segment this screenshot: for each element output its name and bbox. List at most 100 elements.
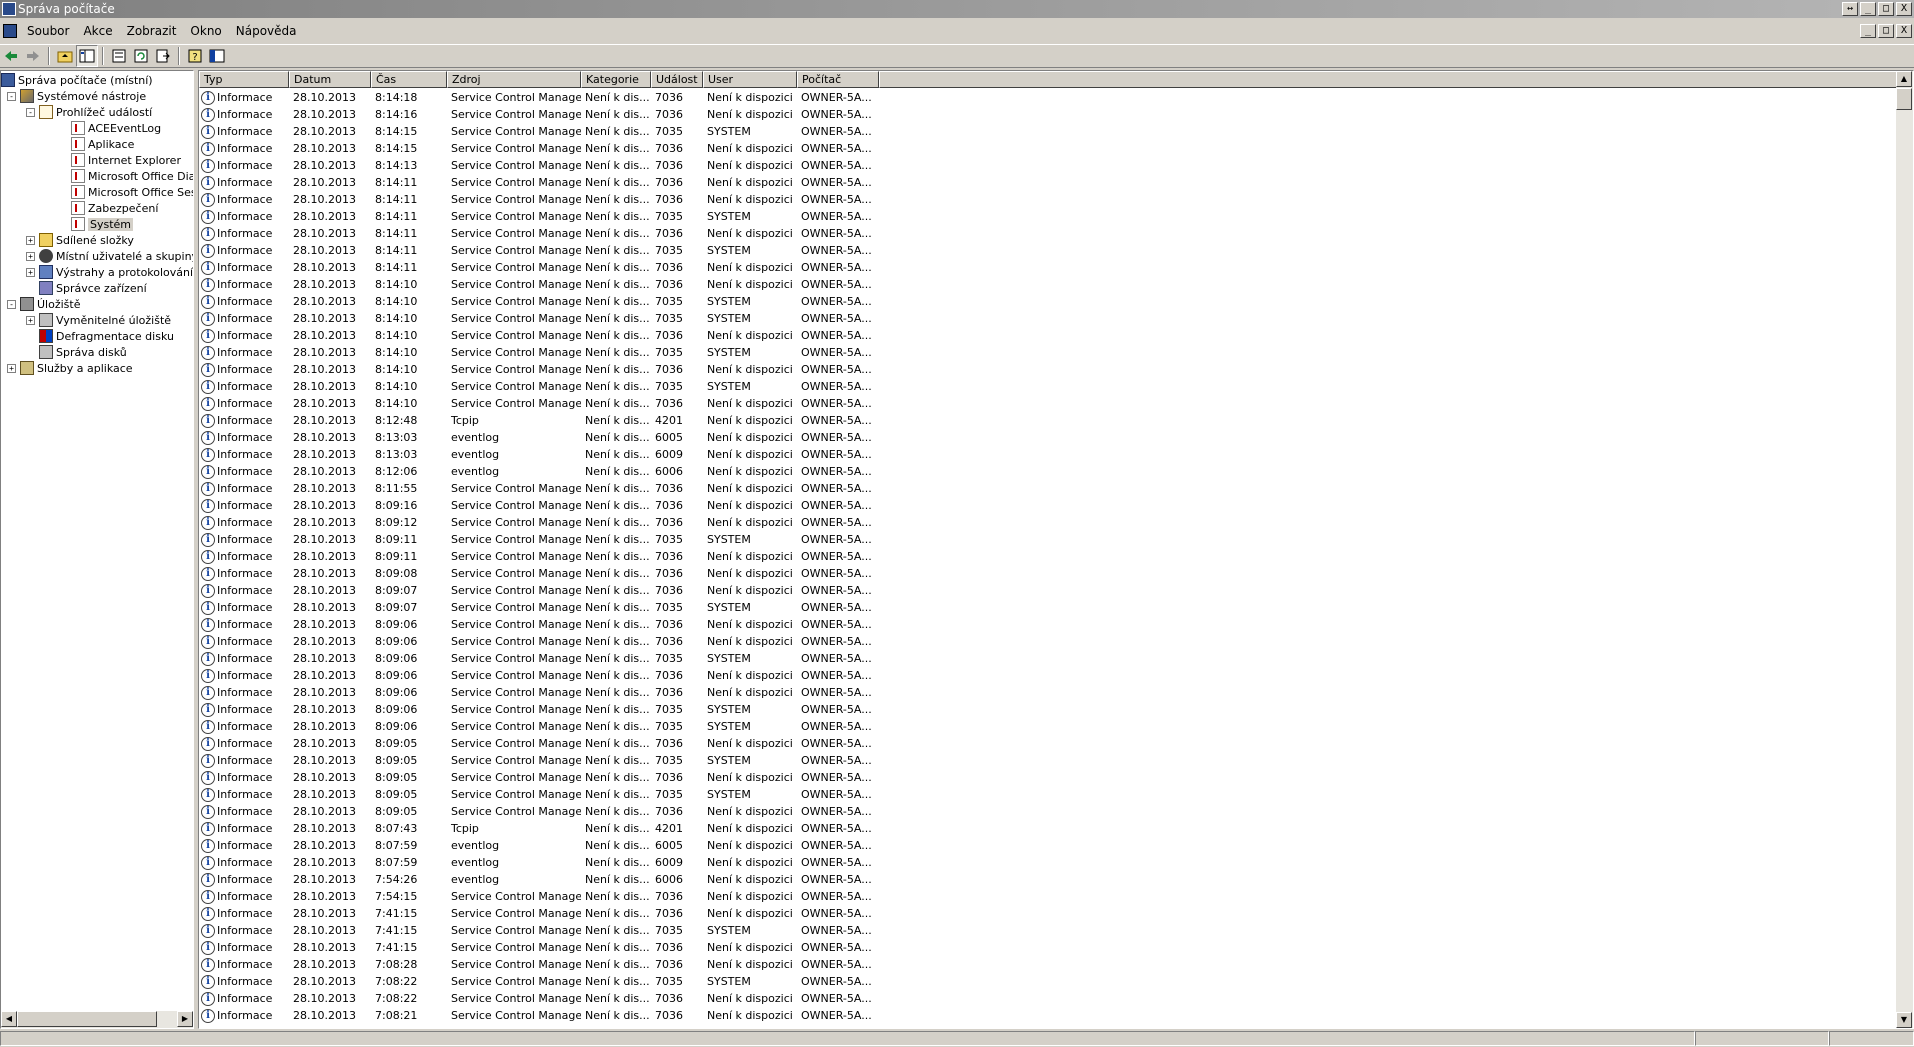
maximize-button[interactable]: □	[1878, 2, 1894, 16]
tree-node[interactable]: + Sdílené složky	[26, 232, 134, 248]
event-row[interactable]: i Informace 28.10.2013 8:14:10 Service Contr…	[199, 293, 879, 310]
event-row[interactable]: i Informace 28.10.2013 7:41:15 Service Contr…	[199, 939, 879, 956]
event-row[interactable]: i Informace 28.10.2013 8:07:59 eventlog Není …	[199, 837, 879, 854]
event-row[interactable]: i Informace 28.10.2013 8:14:13 Service Contr…	[199, 157, 879, 174]
column-header-cell[interactable]: Zdroj	[447, 71, 581, 88]
event-row[interactable]: i Informace 28.10.2013 8:14:10 Service Contr…	[199, 344, 879, 361]
event-row[interactable]: i Informace 28.10.2013 8:14:10 Service Contr…	[199, 361, 879, 378]
tree-node[interactable]: - Prohlížeč událostí	[26, 104, 152, 120]
console-window-icon[interactable]	[3, 24, 17, 38]
event-row[interactable]: i Informace 28.10.2013 8:09:05 Service Contr…	[199, 769, 879, 786]
event-row[interactable]: i Informace 28.10.2013 7:08:22 Service Contr…	[199, 973, 879, 990]
event-row[interactable]: i Informace 28.10.2013 8:14:11 Service Contr…	[199, 191, 879, 208]
event-row[interactable]: i Informace 28.10.2013 8:07:59 eventlog Není …	[199, 854, 879, 871]
event-row[interactable]: i Informace 28.10.2013 8:09:12 Service Contr…	[199, 514, 879, 531]
event-row[interactable]: i Informace 28.10.2013 8:11:55 Service Contr…	[199, 480, 879, 497]
tree-node[interactable]: Správa disků	[26, 344, 127, 360]
tree-node[interactable]: - Úložiště	[7, 296, 80, 312]
event-row[interactable]: i Informace 28.10.2013 8:09:05 Service Contr…	[199, 735, 879, 752]
expand-icon[interactable]: +	[26, 267, 35, 277]
menu-napoveda[interactable]: Nápověda	[229, 24, 304, 38]
event-row[interactable]: i Informace 28.10.2013 8:09:07 Service Contr…	[199, 582, 879, 599]
event-row[interactable]: i Informace 28.10.2013 8:13:03 eventlog Není …	[199, 446, 879, 463]
event-row[interactable]: i Informace 28.10.2013 8:14:10 Service Contr…	[199, 276, 879, 293]
expand-icon[interactable]: +	[7, 363, 16, 373]
column-header-cell[interactable]: Typ	[199, 71, 289, 88]
collapse-icon[interactable]: -	[7, 299, 16, 309]
scroll-right-icon[interactable]: ▶	[177, 1011, 193, 1027]
tree-horizontal-scrollbar[interactable]: ◀ ▶	[1, 1011, 193, 1028]
event-row[interactable]: i Informace 28.10.2013 8:09:06 Service Contr…	[199, 701, 879, 718]
event-row[interactable]: i Informace 28.10.2013 8:12:48 Tcpip Není k d…	[199, 412, 879, 429]
forward-icon[interactable]	[22, 45, 44, 67]
event-row[interactable]: i Informace 28.10.2013 8:09:06 Service Contr…	[199, 667, 879, 684]
export-icon[interactable]	[152, 45, 174, 67]
event-row[interactable]: i Informace 28.10.2013 8:14:11 Service Contr…	[199, 242, 879, 259]
console-icon[interactable]	[206, 45, 228, 67]
event-row[interactable]: i Informace 28.10.2013 8:14:11 Service Contr…	[199, 174, 879, 191]
menu-akce[interactable]: Akce	[76, 24, 119, 38]
event-row[interactable]: i Informace 28.10.2013 8:09:06 Service Contr…	[199, 633, 879, 650]
child-restore-button[interactable]: □	[1878, 24, 1894, 38]
event-row[interactable]: i Informace 28.10.2013 8:14:15 Service Contr…	[199, 123, 879, 140]
event-row[interactable]: i Informace 28.10.2013 7:54:15 Service Contr…	[199, 888, 879, 905]
expand-icon[interactable]: +	[26, 251, 35, 261]
event-row[interactable]: i Informace 28.10.2013 8:14:10 Service Contr…	[199, 310, 879, 327]
minimize-button[interactable]: _	[1860, 2, 1876, 16]
event-row[interactable]: i Informace 28.10.2013 7:41:15 Service Contr…	[199, 905, 879, 922]
event-row[interactable]: i Informace 28.10.2013 8:09:16 Service Contr…	[199, 497, 879, 514]
child-close-button[interactable]: X	[1896, 24, 1912, 38]
event-row[interactable]: i Informace 28.10.2013 8:14:10 Service Contr…	[199, 395, 879, 412]
event-list[interactable]: Typ Datum Čas Zdroj Kategorie Událost User Počí…	[198, 70, 1914, 1029]
close-button[interactable]: X	[1896, 2, 1912, 16]
list-vertical-scrollbar[interactable]: ▲ ▼	[1896, 71, 1913, 1028]
event-row[interactable]: i Informace 28.10.2013 8:09:11 Service Contr…	[199, 548, 879, 565]
event-row[interactable]: i Informace 28.10.2013 8:14:11 Service Contr…	[199, 225, 879, 242]
tree-node[interactable]: + Vyměnitelné úložiště	[26, 312, 171, 328]
event-row[interactable]: i Informace 28.10.2013 7:41:15 Service Contr…	[199, 922, 879, 939]
event-row[interactable]: i Informace 28.10.2013 8:12:06 eventlog Není …	[199, 463, 879, 480]
column-header-cell[interactable]: Čas	[371, 71, 447, 88]
help-icon[interactable]: ?	[184, 45, 206, 67]
console-tree[interactable]: Správa počítače (místní) - Systémové nástr…	[0, 70, 194, 1029]
event-row[interactable]: i Informace 28.10.2013 8:09:05 Service Contr…	[199, 803, 879, 820]
event-row[interactable]: i Informace 28.10.2013 8:14:10 Service Contr…	[199, 327, 879, 344]
collapse-icon[interactable]: -	[26, 107, 35, 117]
tree-node[interactable]: Aplikace	[58, 136, 134, 152]
tree-node[interactable]: Zabezpečení	[58, 200, 158, 216]
event-row[interactable]: i Informace 28.10.2013 8:09:07 Service Contr…	[199, 599, 879, 616]
tree-node[interactable]: Správce zařízení	[26, 280, 147, 296]
tree-node[interactable]: + Místní uživatelé a skupiny	[26, 248, 193, 264]
restore-arrows-button[interactable]: ↔	[1842, 2, 1858, 16]
show-tree-icon[interactable]	[76, 45, 98, 67]
collapse-icon[interactable]: -	[7, 91, 16, 101]
tree-scroll-thumb[interactable]	[17, 1011, 157, 1027]
event-row[interactable]: i Informace 28.10.2013 8:09:05 Service Contr…	[199, 752, 879, 769]
column-header-cell[interactable]: Kategorie	[581, 71, 651, 88]
properties-icon[interactable]	[108, 45, 130, 67]
event-row[interactable]: i Informace 28.10.2013 8:09:06 Service Contr…	[199, 616, 879, 633]
tree-node[interactable]: Systém	[58, 216, 134, 232]
event-row[interactable]: i Informace 28.10.2013 7:08:28 Service Contr…	[199, 956, 879, 973]
child-minimize-button[interactable]: _	[1860, 24, 1876, 38]
menu-okno[interactable]: Okno	[183, 24, 228, 38]
refresh-icon[interactable]	[130, 45, 152, 67]
expand-icon[interactable]: +	[26, 315, 35, 325]
menu-soubor[interactable]: Soubor	[20, 24, 76, 38]
tree-node[interactable]: + Výstrahy a protokolování vý	[26, 264, 193, 280]
event-row[interactable]: i Informace 28.10.2013 8:09:06 Service Contr…	[199, 650, 879, 667]
tree-node[interactable]: Microsoft Office Diagnos	[58, 168, 193, 184]
event-row[interactable]: i Informace 28.10.2013 7:08:22 Service Contr…	[199, 990, 879, 1007]
tree-node[interactable]: - Systémové nástroje	[7, 88, 146, 104]
event-row[interactable]: i Informace 28.10.2013 8:14:15 Service Contr…	[199, 140, 879, 157]
tree-node[interactable]: Microsoft Office Session	[58, 184, 193, 200]
tree-node[interactable]: + Služby a aplikace	[7, 360, 133, 376]
event-row[interactable]: i Informace 28.10.2013 8:09:08 Service Contr…	[199, 565, 879, 582]
up-folder-icon[interactable]	[54, 45, 76, 67]
tree-node[interactable]: Internet Explorer	[58, 152, 181, 168]
event-row[interactable]: i Informace 28.10.2013 8:13:03 eventlog Není …	[199, 429, 879, 446]
menu-zobrazit[interactable]: Zobrazit	[120, 24, 184, 38]
event-row[interactable]: i Informace 28.10.2013 8:09:06 Service Contr…	[199, 718, 879, 735]
event-row[interactable]: i Informace 28.10.2013 7:08:21 Service Contr…	[199, 1007, 879, 1024]
event-row[interactable]: i Informace 28.10.2013 8:09:06 Service Contr…	[199, 684, 879, 701]
